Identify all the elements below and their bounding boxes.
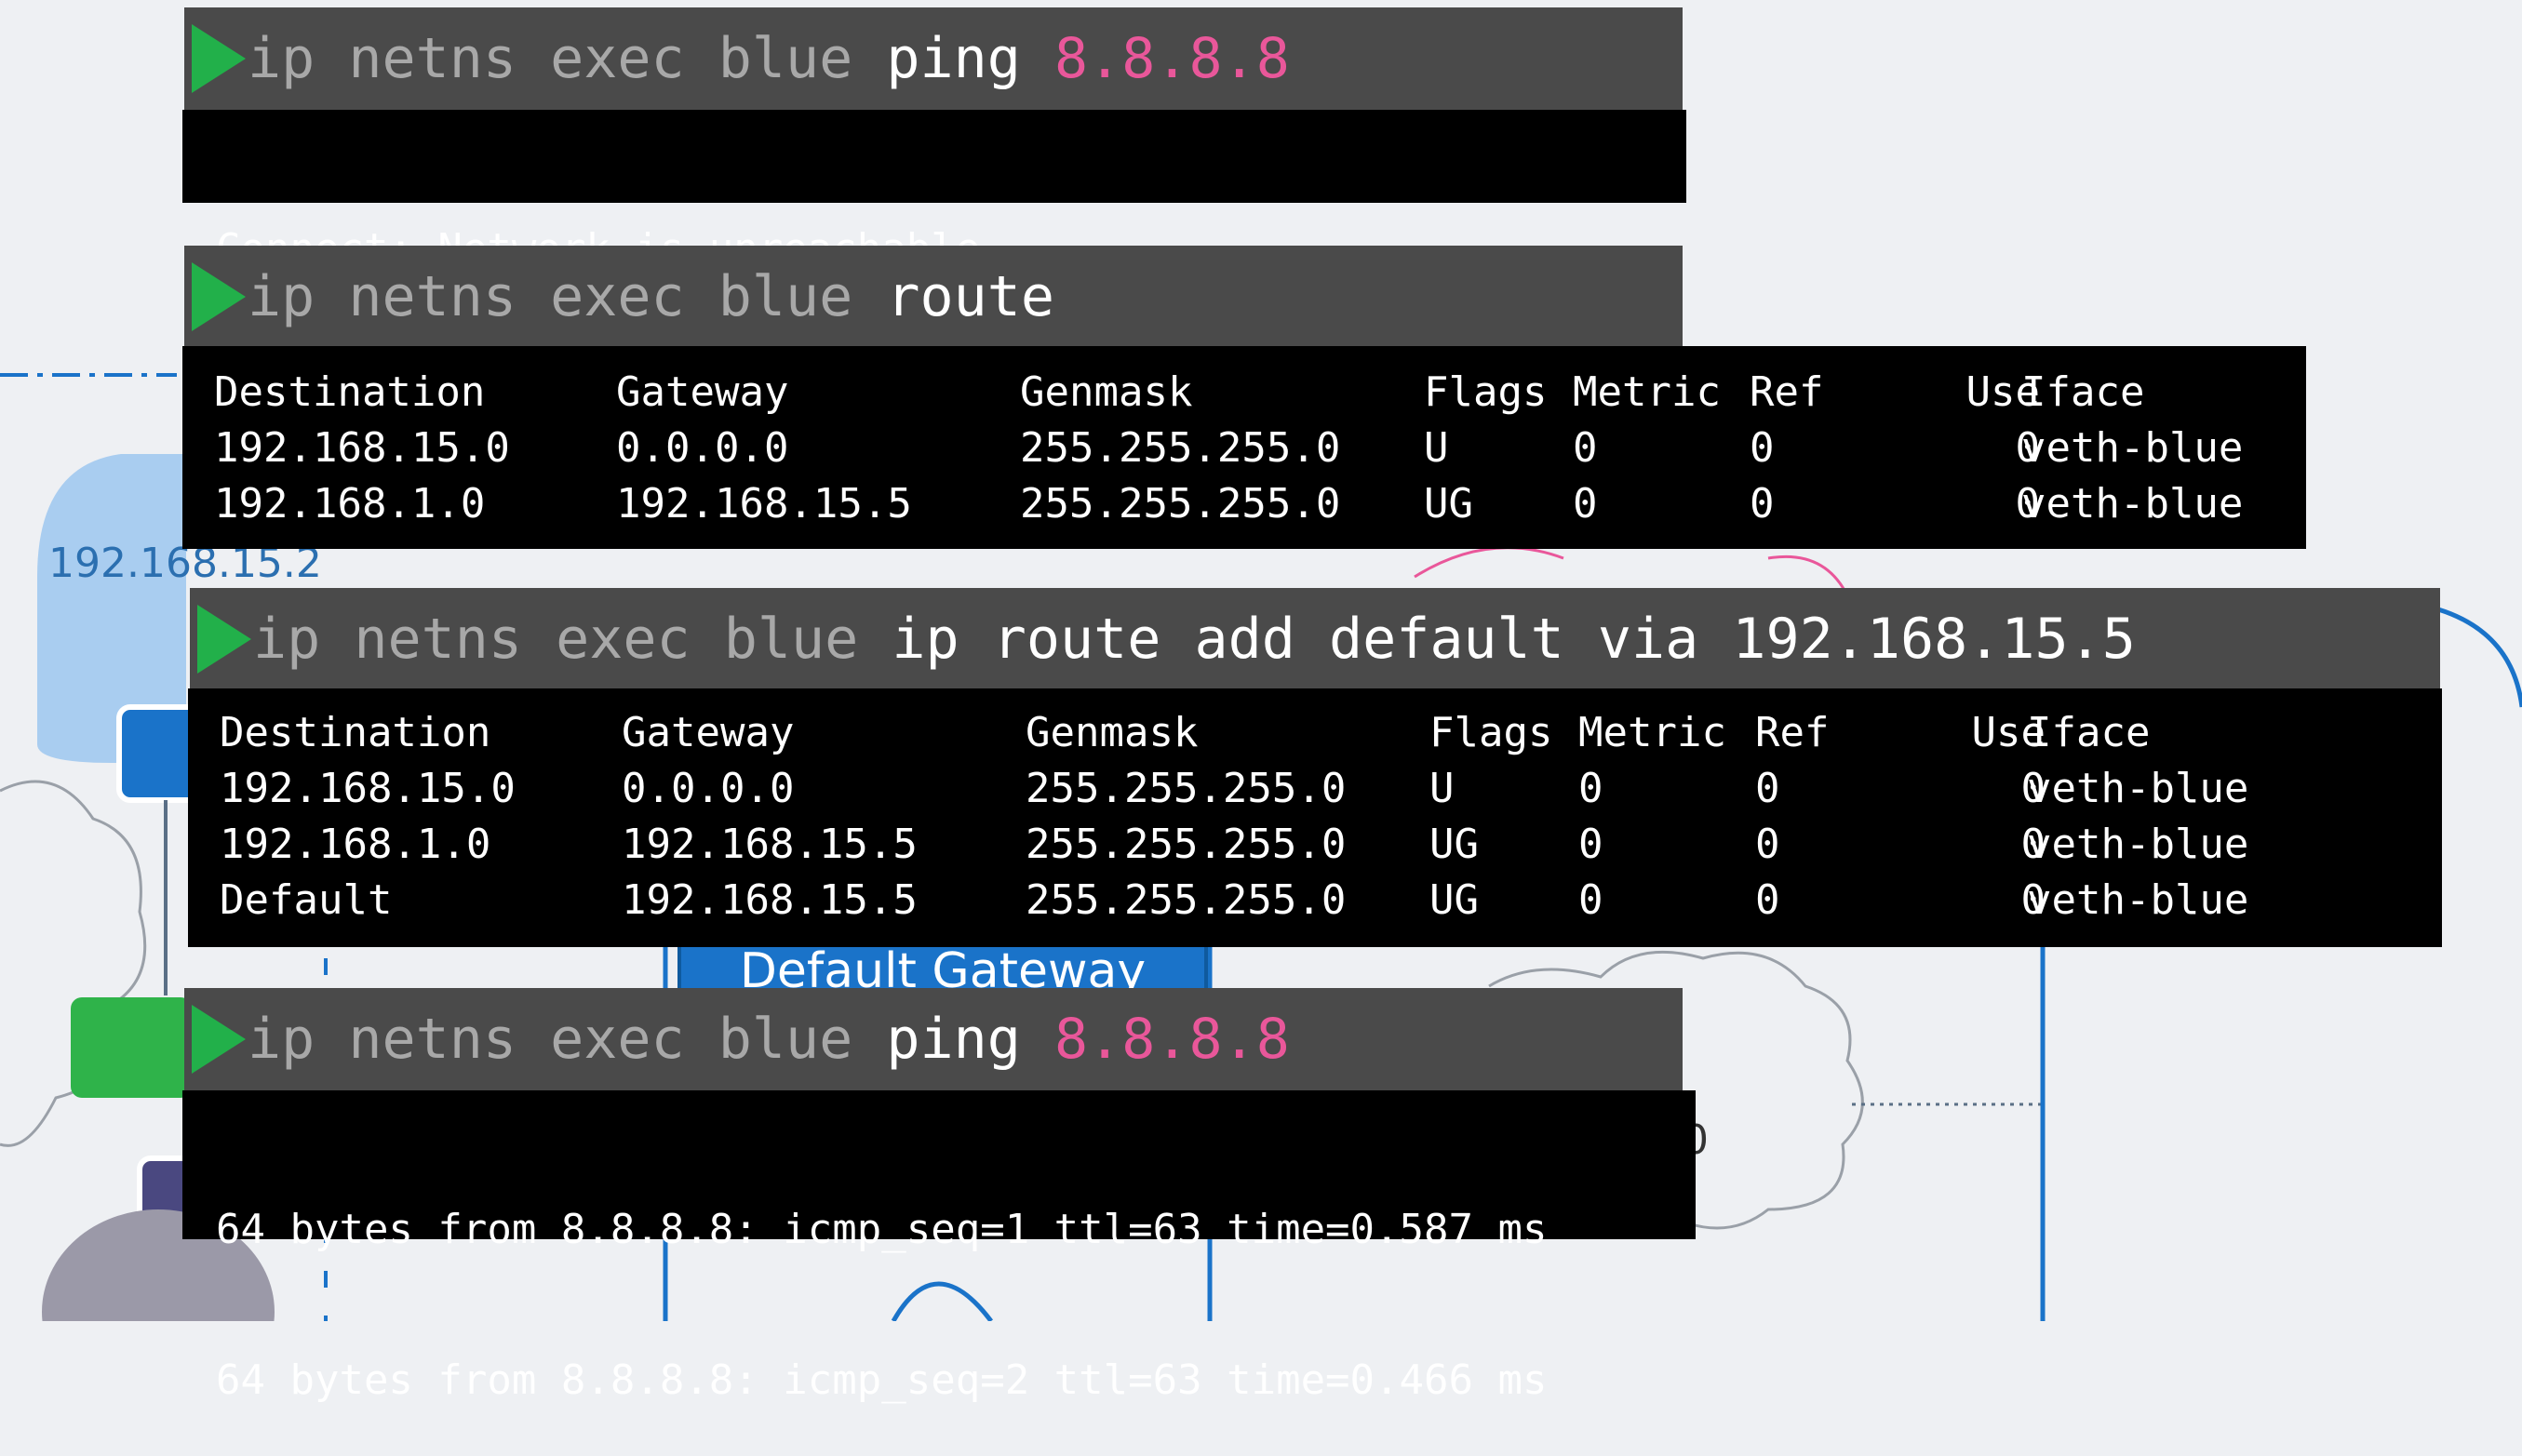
table-cell: Default (220, 876, 393, 924)
table-cell: Genmask (1026, 709, 1199, 756)
table-cell: U (1424, 424, 1449, 472)
table-cell: 0 (1755, 876, 1780, 924)
table-cell: Gateway (616, 368, 789, 416)
play-icon (197, 605, 251, 674)
terminal-command-2: ip netns exec blue route (184, 246, 1683, 348)
table-cell: Destination (220, 709, 491, 756)
output-line: 64 bytes from 8.8.8.8: icmp_seq=2 ttl=63… (216, 1356, 1548, 1404)
table-cell: Iface (2021, 368, 2145, 416)
table-cell: 0 (1573, 480, 1598, 528)
table-cell: Ref (1755, 709, 1830, 756)
table-cell: UG (1429, 876, 1479, 924)
table-cell: 0.0.0.0 (622, 765, 795, 812)
table-cell: 192.168.15.5 (622, 821, 918, 868)
table-cell: Flags (1424, 368, 1548, 416)
table-cell: 192.168.1.0 (214, 480, 486, 528)
table-cell: Flags (1429, 709, 1553, 756)
table-cell: 0 (1755, 821, 1780, 868)
table-cell: veth-blue (2027, 821, 2249, 868)
command-verb: ip route add default via 192.168.15.5 (892, 607, 2136, 672)
table-cell: 192.168.15.0 (214, 424, 510, 472)
table-cell: 0 (1573, 424, 1598, 472)
command-verb: ping (886, 26, 1021, 91)
table-cell: Genmask (1020, 368, 1193, 416)
table-cell: veth-blue (2021, 480, 2244, 528)
table-cell: Metric (1573, 368, 1721, 416)
play-icon (192, 262, 246, 331)
table-cell: 0 (1755, 765, 1780, 812)
table-cell: Ref (1750, 368, 1824, 416)
output-line: 64 bytes from 8.8.8.8: icmp_seq=1 ttl=63… (216, 1206, 1548, 1253)
table-cell: UG (1424, 480, 1473, 528)
table-cell: Gateway (622, 709, 795, 756)
table-cell: 192.168.15.5 (616, 480, 912, 528)
table-cell: U (1429, 765, 1455, 812)
table-cell: 255.255.255.0 (1026, 876, 1347, 924)
table-cell: veth-blue (2021, 424, 2244, 472)
table-cell: 255.255.255.0 (1020, 424, 1341, 472)
table-cell: 0 (1578, 821, 1603, 868)
table-cell: veth-blue (2027, 765, 2249, 812)
table-cell: Iface (2027, 709, 2151, 756)
terminal-output-2: Destination Gateway Genmask Flags Metric Ref U… (182, 346, 2306, 549)
play-icon (192, 1005, 246, 1074)
table-cell: 0 (1578, 876, 1603, 924)
command-verb: route (886, 264, 1054, 329)
command-prefix: ip netns exec blue (248, 264, 853, 329)
command-arg: 8.8.8.8 (1053, 1007, 1290, 1072)
table-cell: 192.168.15.5 (622, 876, 918, 924)
command-prefix: ip netns exec blue (253, 607, 859, 672)
table-cell: 0.0.0.0 (616, 424, 789, 472)
terminal-output-4: 64 bytes from 8.8.8.8: icmp_seq=1 ttl=63… (182, 1090, 1696, 1404)
terminal-output-3: Destination Gateway Genmask Flags Metric Ref U… (188, 688, 2442, 947)
command-arg: 8.8.8.8 (1053, 26, 1290, 91)
command-prefix: ip netns exec blue (248, 26, 853, 91)
table-cell: Destination (214, 368, 486, 416)
table-cell: 192.168.1.0 (220, 821, 491, 868)
table-cell: 255.255.255.0 (1026, 821, 1347, 868)
terminal-output-1: Connect: Network is unreachable (182, 110, 1686, 273)
table-cell: Metric (1578, 709, 1726, 756)
table-cell: 0 (1750, 424, 1775, 472)
table-cell: 255.255.255.0 (1020, 480, 1341, 528)
terminal-command-1: ip netns exec blue ping 8.8.8.8 (184, 7, 1683, 110)
table-cell: 0 (1578, 765, 1603, 812)
terminal-command-4: ip netns exec blue ping 8.8.8.8 (184, 988, 1683, 1090)
command-prefix: ip netns exec blue (248, 1007, 853, 1072)
table-cell: 0 (1750, 480, 1775, 528)
command-verb: ping (886, 1007, 1021, 1072)
table-cell: 192.168.15.0 (220, 765, 516, 812)
table-cell: veth-blue (2027, 876, 2249, 924)
table-cell: UG (1429, 821, 1479, 868)
table-cell: 255.255.255.0 (1026, 765, 1347, 812)
play-icon (192, 24, 246, 93)
terminal-command-3: ip netns exec blue ip route add default … (190, 588, 2440, 690)
